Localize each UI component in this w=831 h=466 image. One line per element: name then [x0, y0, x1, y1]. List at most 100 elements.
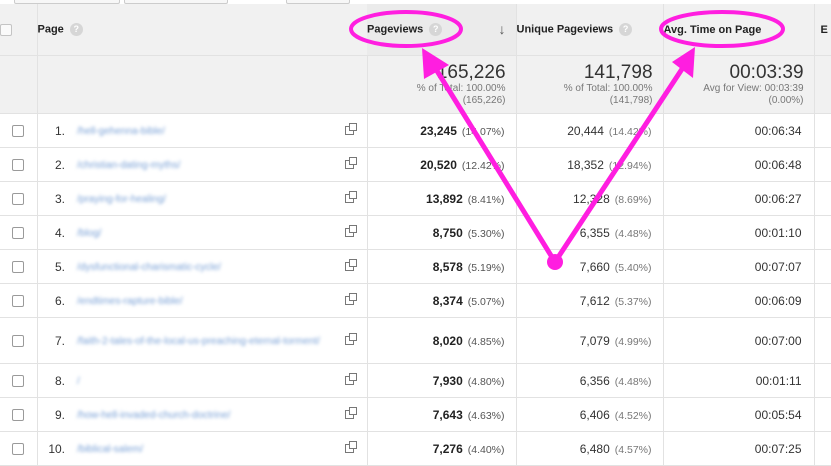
table-row[interactable]: 4./blog/8,750 (5.30%) 6,355 (4.48%) 00:01:10 — [0, 215, 831, 250]
help-icon[interactable]: ? — [69, 23, 83, 36]
pageviews-pct: (4.80%) — [467, 375, 505, 388]
external-link-icon[interactable] — [344, 225, 357, 238]
external-link-icon[interactable] — [344, 407, 357, 420]
unique-cell: 18,352 (12.94%) — [516, 147, 664, 182]
totals-pageviews-pct: % of Total: 100.00% — [416, 83, 506, 94]
next-col-cell — [814, 113, 831, 148]
external-link-icon[interactable] — [344, 191, 357, 204]
external-link-icon[interactable] — [344, 441, 357, 454]
page-link[interactable]: /praying-for-healing/ — [65, 193, 323, 206]
avg-time-cell: 00:06:27 — [663, 181, 815, 216]
table-row[interactable]: 2./christian-dating-myths/20,520 (12.42%)… — [0, 147, 831, 182]
avg-time-cell: 00:01:10 — [663, 215, 815, 250]
table-row[interactable]: 6./endtimes-rapture-bible/8,374 (5.07%) 7,… — [0, 283, 831, 318]
row-number: 1. — [37, 113, 65, 148]
unique-cell: 6,406 (4.52%) — [516, 397, 664, 432]
header-avg-time[interactable]: Avg. Time on Page — [663, 4, 815, 56]
select-all-checkbox[interactable] — [0, 23, 12, 36]
table-row[interactable]: 9./how-hell-invaded-church-doctrine/7,64… — [0, 397, 831, 432]
pageviews-cell: 8,374 (5.07%) — [367, 283, 517, 318]
table-row[interactable]: 5./dysfunctional-charismatic-cycle/8,578… — [0, 249, 831, 284]
pageviews-value: 13,892 — [426, 191, 463, 206]
pageviews-pct: (5.30%) — [467, 227, 505, 240]
header-pageviews[interactable]: Pageviews? ↓ — [367, 4, 517, 56]
row-checkbox[interactable] — [12, 159, 25, 172]
help-icon[interactable]: ? — [429, 23, 443, 36]
row-number: 7. — [37, 317, 65, 364]
table-row[interactable]: 8./ 7,930 (4.80%) 6,356 (4.48%) 00:01:11 — [0, 363, 831, 398]
row-checkbox[interactable] — [12, 193, 25, 206]
page-link[interactable]: /faith-2-tales-of-the-local-us-preaching… — [65, 335, 323, 348]
unique-value: 6,480 — [579, 441, 610, 456]
avg-time-cell: 00:07:07 — [663, 249, 815, 284]
totals-chk-cell — [0, 55, 38, 114]
page-link[interactable]: /hell-gehenna-bible/ — [65, 125, 323, 138]
unique-cell: 12,328 (8.69%) — [516, 181, 664, 216]
row-checkbox[interactable] — [12, 409, 25, 422]
table-row[interactable]: 10./biblical-salem/7,276 (4.40%) 6,480 (4.5… — [0, 431, 831, 466]
row-number: 8. — [37, 363, 65, 398]
next-col-cell — [814, 283, 831, 318]
page-link[interactable]: /biblical-salem/ — [65, 443, 323, 456]
totals-unique: 141,798 % of Total: 100.00% (141,798) — [516, 55, 664, 114]
avg-time-cell: 00:05:54 — [663, 397, 815, 432]
row-checkbox[interactable] — [12, 227, 25, 240]
pageviews-value: 23,245 — [420, 123, 457, 138]
row-checkbox-cell — [0, 181, 38, 216]
row-checkbox-cell — [0, 147, 38, 182]
header-avg-label: Avg. Time on Page — [663, 23, 762, 36]
row-checkbox[interactable] — [12, 375, 25, 388]
header-unique-pageviews[interactable]: Unique Pageviews? — [516, 4, 664, 56]
unique-value: 7,612 — [579, 293, 610, 308]
unique-cell: 7,612 (5.37%) — [516, 283, 664, 318]
sort-descending-icon[interactable]: ↓ — [499, 21, 506, 37]
external-link-icon[interactable] — [344, 373, 357, 386]
external-link-icon[interactable] — [344, 259, 357, 272]
row-checkbox[interactable] — [12, 125, 25, 138]
header-pageviews-label: Pageviews — [367, 23, 424, 36]
row-checkbox[interactable] — [12, 295, 25, 308]
external-link-icon[interactable] — [344, 123, 357, 136]
help-icon[interactable]: ? — [619, 23, 633, 36]
header-next-column[interactable]: E — [814, 4, 831, 56]
header-page[interactable]: Page? — [37, 4, 368, 56]
table-row[interactable]: 7./faith-2-tales-of-the-local-us-preachi… — [0, 317, 831, 364]
unique-pct: (4.48%) — [614, 227, 652, 240]
page-link[interactable]: / — [65, 375, 323, 388]
pageviews-value: 7,643 — [432, 407, 463, 422]
pageviews-value: 8,020 — [432, 333, 463, 348]
row-checkbox-cell — [0, 363, 38, 398]
external-link-icon[interactable] — [344, 157, 357, 170]
pageviews-pct: (5.07%) — [467, 295, 505, 308]
totals-avg: 00:03:39 Avg for View: 00:03:39 (0.00%) — [663, 55, 815, 114]
unique-pct: (14.42%) — [608, 125, 652, 138]
unique-cell: 6,356 (4.48%) — [516, 363, 664, 398]
pageviews-value: 8,750 — [432, 225, 463, 240]
page-link[interactable]: /endtimes-rapture-bible/ — [65, 295, 323, 308]
table-row[interactable]: 1./hell-gehenna-bible/23,245 (14.07%) 20,4… — [0, 113, 831, 148]
external-link-icon[interactable] — [344, 293, 357, 306]
avg-time-cell: 00:06:34 — [663, 113, 815, 148]
pageviews-cell: 8,578 (5.19%) — [367, 249, 517, 284]
external-link-icon[interactable] — [344, 333, 357, 346]
row-checkbox[interactable] — [12, 443, 25, 456]
unique-value: 20,444 — [567, 123, 604, 138]
page-link[interactable]: /how-hell-invaded-church-doctrine/ — [65, 409, 323, 422]
page-link[interactable]: /christian-dating-myths/ — [65, 159, 323, 172]
pageviews-value: 7,930 — [432, 373, 463, 388]
table-row[interactable]: 3./praying-for-healing/13,892 (8.41%) 12,3… — [0, 181, 831, 216]
unique-pct: (12.94%) — [608, 159, 652, 172]
totals-pageviews-abs: (165,226) — [462, 95, 506, 106]
page-cell: /christian-dating-myths/ — [65, 147, 368, 182]
pageviews-value: 7,276 — [432, 441, 463, 456]
row-number: 5. — [37, 249, 65, 284]
page-link[interactable]: /dysfunctional-charismatic-cycle/ — [65, 261, 323, 274]
row-number: 9. — [37, 397, 65, 432]
row-checkbox[interactable] — [12, 261, 25, 274]
row-number: 6. — [37, 283, 65, 318]
page-cell: /endtimes-rapture-bible/ — [65, 283, 368, 318]
row-checkbox[interactable] — [12, 335, 25, 348]
row-checkbox-cell — [0, 317, 38, 364]
totals-pageviews: 165,226 % of Total: 100.00% (165,226) — [367, 55, 517, 114]
page-link[interactable]: /blog/ — [65, 227, 323, 240]
